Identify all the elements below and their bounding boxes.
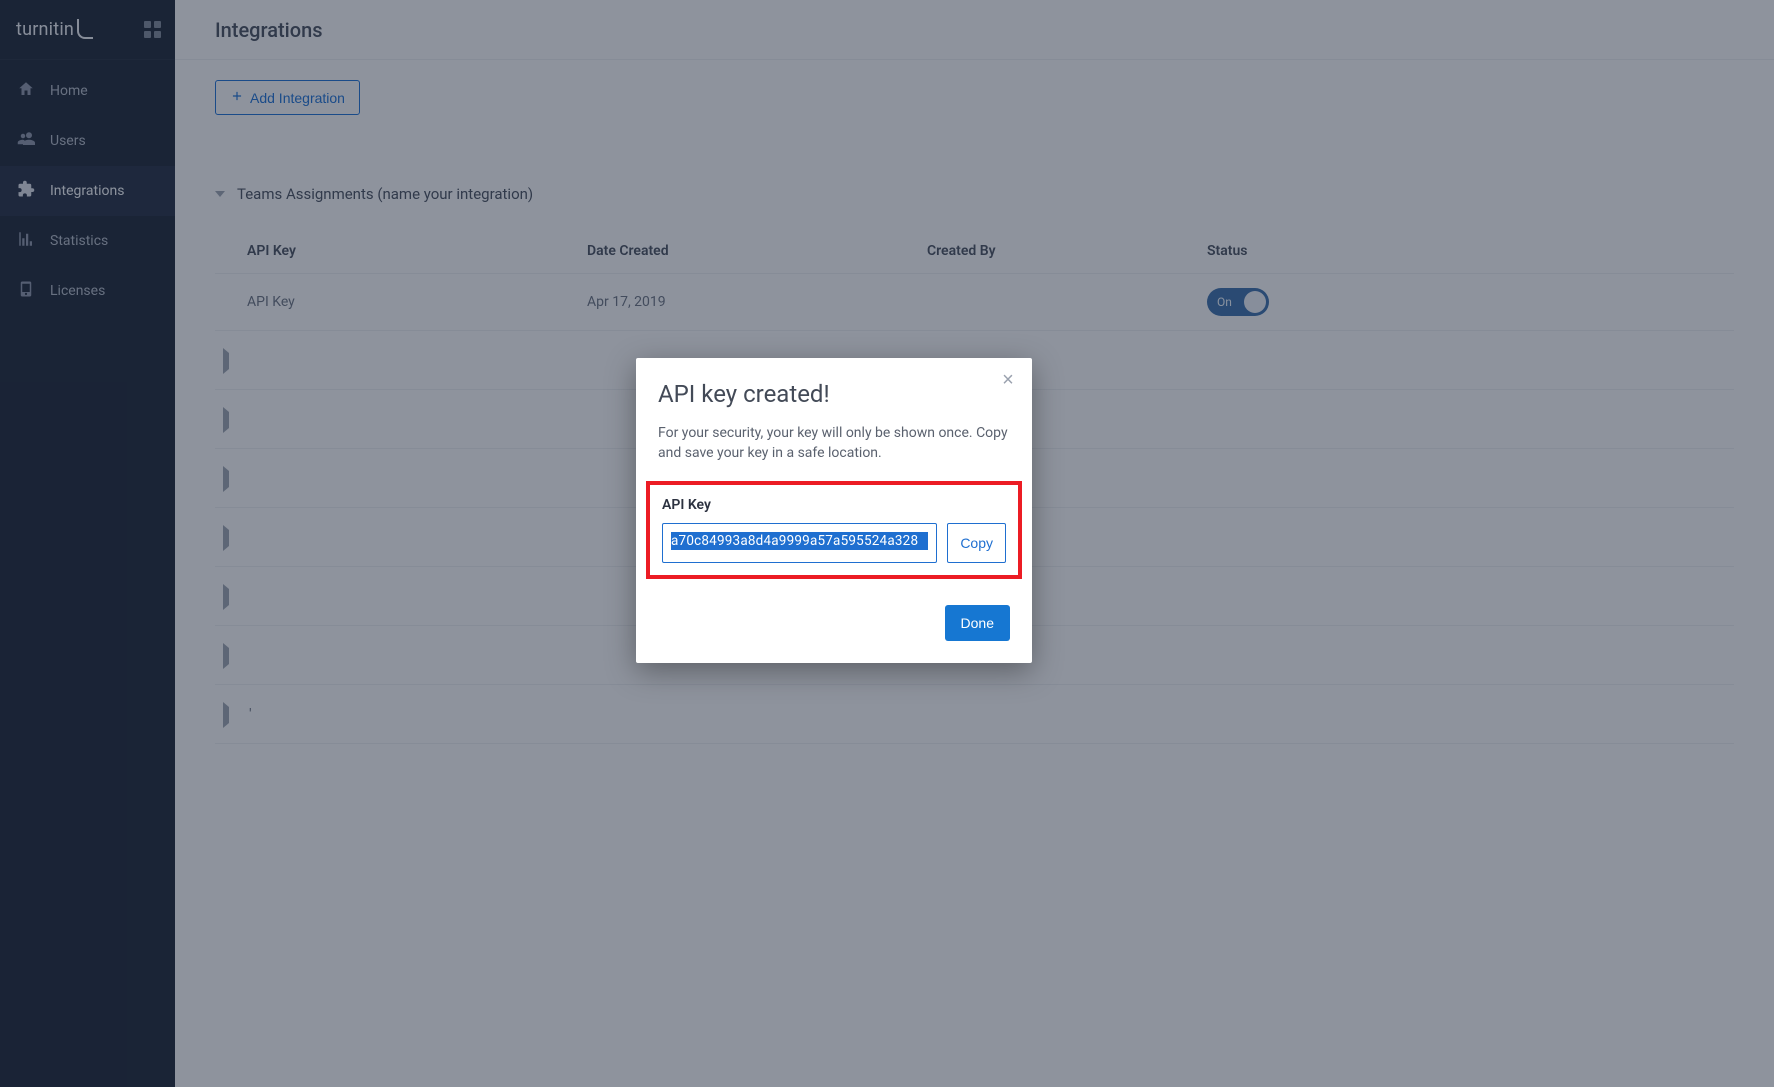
- api-key-input[interactable]: a70c84993a8d4a9999a57a595524a328: [662, 523, 937, 563]
- api-key-value: a70c84993a8d4a9999a57a595524a328: [671, 532, 928, 550]
- copy-button[interactable]: Copy: [947, 523, 1006, 563]
- api-key-row: a70c84993a8d4a9999a57a595524a328 Copy: [662, 523, 1006, 563]
- api-key-modal: × API key created! For your security, yo…: [636, 358, 1032, 663]
- copy-button-label: Copy: [960, 535, 993, 551]
- modal-actions: Done: [658, 605, 1010, 641]
- close-icon: ×: [1002, 369, 1014, 391]
- done-button[interactable]: Done: [945, 605, 1010, 641]
- api-key-highlight-box: API Key a70c84993a8d4a9999a57a595524a328…: [646, 481, 1022, 579]
- modal-description: For your security, your key will only be…: [658, 424, 1010, 463]
- done-button-label: Done: [961, 615, 994, 631]
- modal-title: API key created!: [658, 380, 1010, 408]
- api-key-field-label: API Key: [662, 497, 1006, 513]
- close-button[interactable]: ×: [996, 368, 1020, 392]
